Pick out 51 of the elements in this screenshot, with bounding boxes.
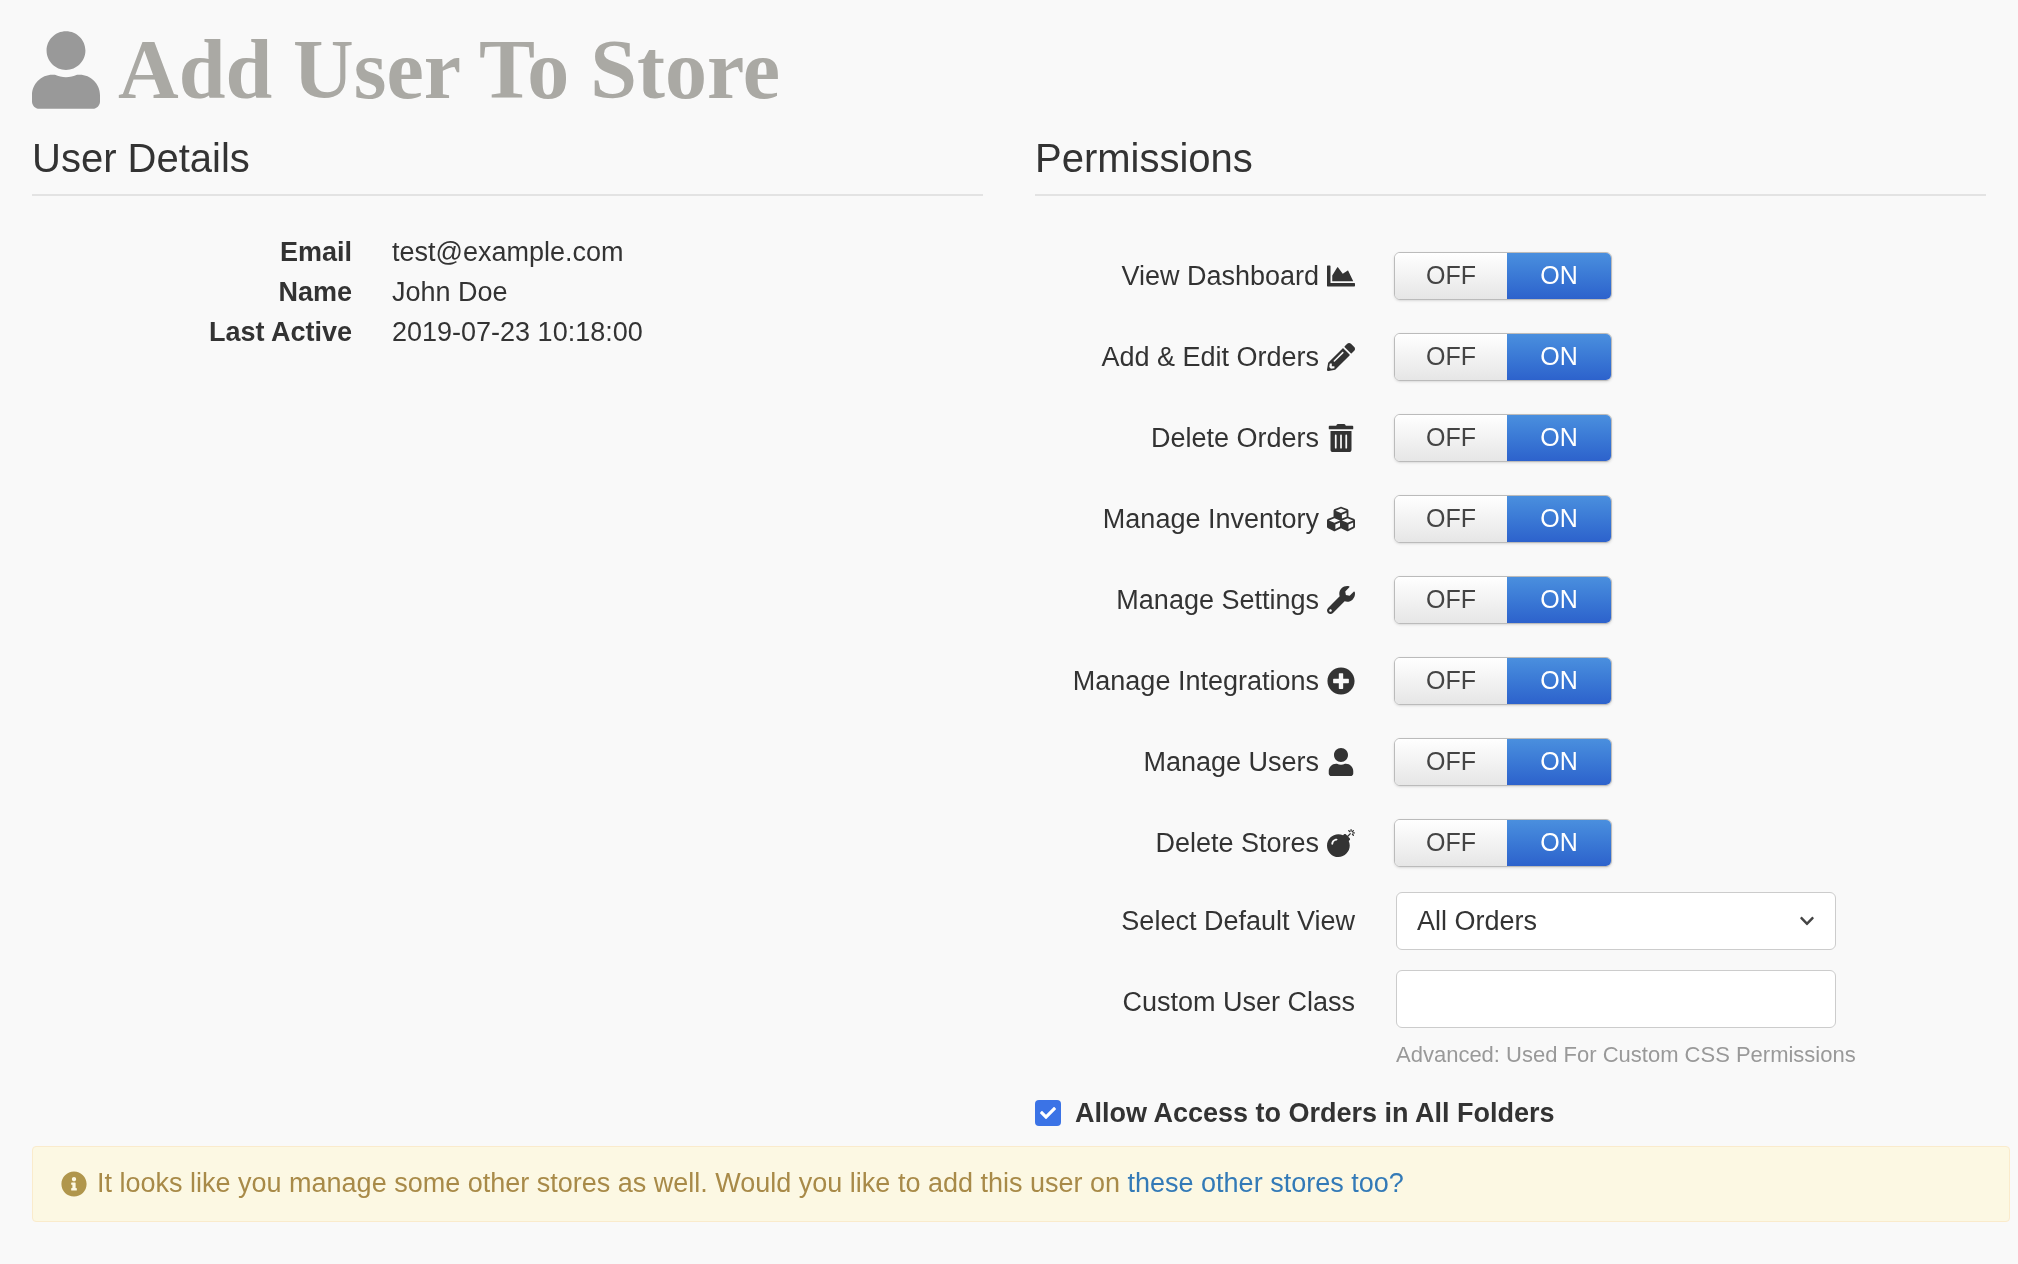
off-toggle-button[interactable]: OFF xyxy=(1395,739,1507,785)
user-icon xyxy=(1327,748,1355,776)
field-label: Name xyxy=(278,276,352,308)
on-toggle-button[interactable]: ON xyxy=(1507,739,1611,785)
off-toggle-button[interactable]: OFF xyxy=(1395,577,1507,623)
trash-icon xyxy=(1327,424,1355,452)
stores-link[interactable]: these other stores too? xyxy=(1127,1168,1404,1199)
checkbox[interactable] xyxy=(1035,1100,1061,1127)
off-toggle-button[interactable]: OFF xyxy=(1395,253,1507,299)
off-toggle-button[interactable]: OFF xyxy=(1395,415,1507,461)
off-toggle-button[interactable]: OFF xyxy=(1395,334,1507,380)
wrench-icon xyxy=(1327,586,1355,614)
field-label: Last Active xyxy=(208,316,352,348)
on-toggle-button[interactable]: ON xyxy=(1507,577,1611,623)
off-toggle-button[interactable]: OFF xyxy=(1395,820,1507,866)
on-toggle-button[interactable]: ON xyxy=(1507,253,1611,299)
user-icon xyxy=(32,31,100,109)
permission-label: Add & Edit Orders xyxy=(1101,340,1319,374)
field-label: Custom User Class xyxy=(1121,986,1355,1019)
field-label: Select Default View xyxy=(1120,904,1355,938)
field-value: 2019-07-23 10:18:00 xyxy=(392,316,643,348)
permission-label: Manage Inventory xyxy=(1102,502,1319,536)
checkbox-label: Allow Access to Orders in All Folders xyxy=(1075,1097,1555,1130)
bomb-icon xyxy=(1327,829,1355,857)
on-toggle-button[interactable]: ON xyxy=(1507,658,1611,704)
notice-text: It looks like you manage some other stores as well. Would you like to add this user on these other stores too? xyxy=(97,1167,1404,1201)
field-label: Email xyxy=(279,236,352,268)
on-toggle-button[interactable]: ON xyxy=(1507,415,1611,461)
on-toggle-button[interactable]: ON xyxy=(1507,496,1611,542)
check-icon xyxy=(1040,1105,1056,1122)
permission-label: Delete Orders xyxy=(1150,421,1319,455)
default-view-select[interactable]: All Orders xyxy=(1396,892,1836,950)
section-heading: User Details xyxy=(32,135,250,182)
field-value: John Doe xyxy=(392,276,508,308)
pencil-icon xyxy=(1327,343,1355,371)
permission-label: Manage Integrations xyxy=(1072,664,1319,698)
info-icon xyxy=(61,1170,87,1197)
field-value: test@example.com xyxy=(392,236,624,268)
section-heading: Permissions xyxy=(1035,135,1253,182)
off-toggle-button[interactable]: OFF xyxy=(1395,658,1507,704)
custom-class-input[interactable] xyxy=(1396,970,1836,1028)
permission-label: Delete Stores xyxy=(1155,826,1319,860)
page-title: Add User To Store xyxy=(118,28,781,112)
on-toggle-button[interactable]: ON xyxy=(1507,334,1611,380)
permission-label: Manage Users xyxy=(1143,745,1319,779)
cubes-icon xyxy=(1327,505,1355,533)
permission-label: View Dashboard xyxy=(1121,259,1319,293)
help-text: Advanced: Used For Custom CSS Permissions xyxy=(1396,1041,1856,1069)
on-toggle-button[interactable]: ON xyxy=(1507,820,1611,866)
permission-label: Manage Settings xyxy=(1116,583,1319,617)
off-toggle-button[interactable]: OFF xyxy=(1395,496,1507,542)
